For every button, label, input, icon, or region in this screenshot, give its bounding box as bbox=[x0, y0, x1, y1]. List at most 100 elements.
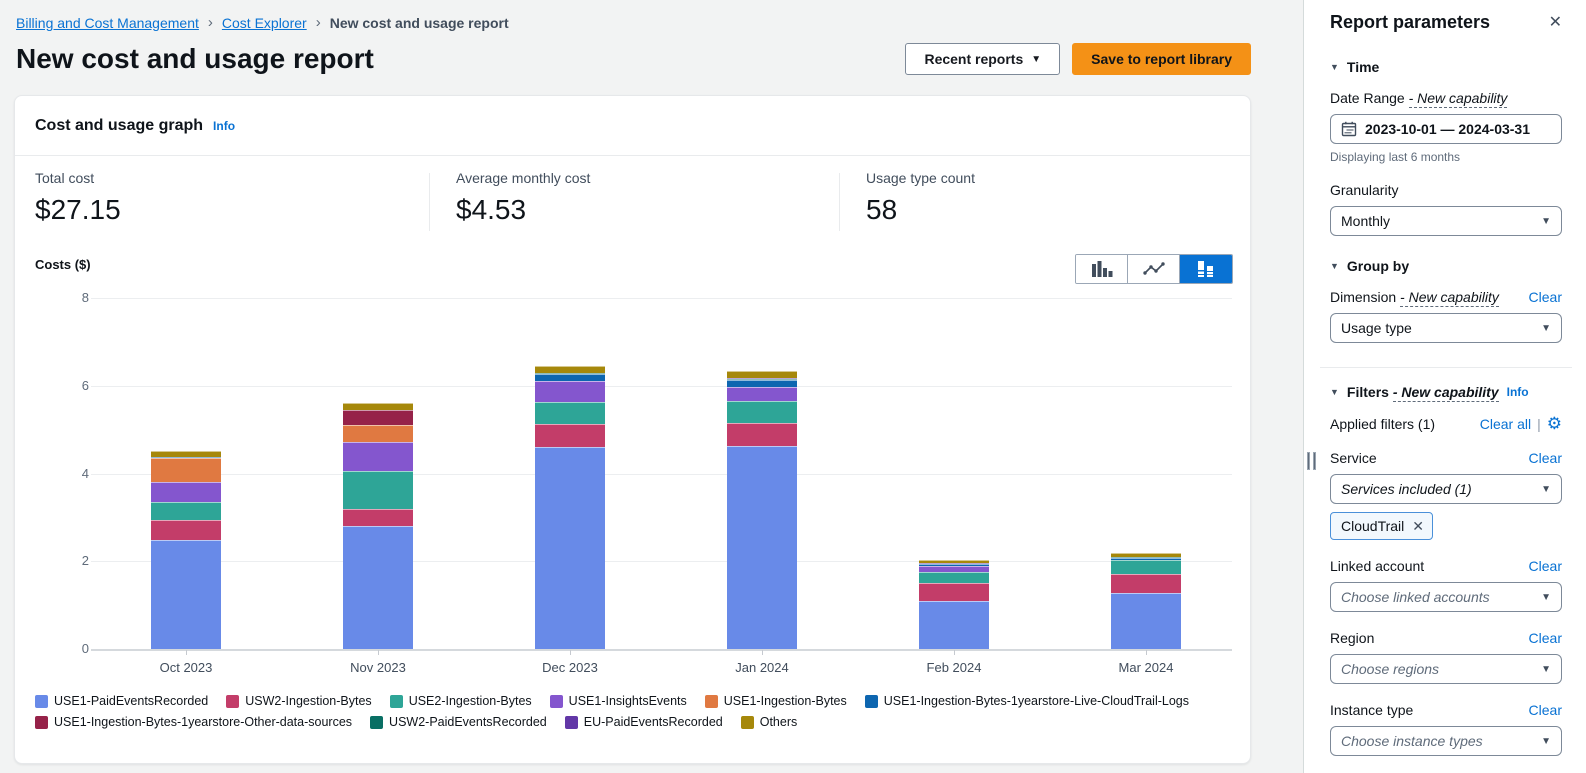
chevron-down-icon: ▼ bbox=[1541, 484, 1551, 495]
bar-segment bbox=[343, 410, 413, 425]
dimension-clear-link[interactable]: Clear bbox=[1529, 289, 1562, 305]
breadcrumb-separator-icon: › bbox=[208, 14, 213, 31]
recent-reports-button[interactable]: Recent reports ▼ bbox=[905, 43, 1060, 75]
bar-segment bbox=[151, 458, 221, 482]
save-to-report-library-button[interactable]: Save to report library bbox=[1072, 43, 1251, 75]
date-range-input[interactable]: 2023-10-01 — 2024-03-31 bbox=[1330, 114, 1562, 144]
service-value: Services included (1) bbox=[1341, 481, 1472, 497]
y-tick-label: 8 bbox=[25, 290, 89, 305]
stacked-bar-oct-2023 bbox=[151, 451, 221, 649]
report-parameters-panel: Report parameters ✕ ▼ Time Date Range - … bbox=[1303, 0, 1586, 773]
page-title: New cost and usage report bbox=[16, 43, 374, 75]
gridline bbox=[91, 298, 1232, 299]
x-axis-label: Dec 2023 bbox=[500, 660, 640, 675]
y-tick-label: 6 bbox=[25, 378, 89, 393]
linked-account-clear-link[interactable]: Clear bbox=[1529, 558, 1562, 574]
breadcrumb-link-cost-explorer[interactable]: Cost Explorer bbox=[222, 15, 307, 31]
granularity-select[interactable]: Monthly ▼ bbox=[1330, 206, 1562, 236]
instance-type-label: Instance type bbox=[1330, 702, 1413, 718]
bar-segment bbox=[151, 502, 221, 520]
service-clear-link[interactable]: Clear bbox=[1529, 450, 1562, 466]
bar-segment bbox=[1111, 593, 1181, 649]
filter-token-cloudtrail: CloudTrail ✕ bbox=[1330, 512, 1433, 540]
bar-segment bbox=[535, 381, 605, 402]
filters-section-header[interactable]: ▼ Filters - New capability Info bbox=[1330, 384, 1562, 400]
recent-reports-label: Recent reports bbox=[924, 51, 1023, 67]
bar-segment bbox=[535, 447, 605, 649]
linked-account-select[interactable]: Choose linked accounts▼ bbox=[1330, 582, 1562, 612]
close-icon[interactable]: ✕ bbox=[1549, 15, 1562, 31]
x-tick-mark bbox=[570, 650, 571, 655]
bar-segment bbox=[151, 482, 221, 502]
legend-item: USE1-PaidEventsRecorded bbox=[35, 694, 208, 708]
cost-usage-graph-card: Cost and usage graph Info Total cost $27… bbox=[14, 95, 1251, 764]
stacked-bar-dec-2023 bbox=[535, 366, 605, 649]
group-by-section-header[interactable]: ▼ Group by bbox=[1330, 258, 1562, 274]
x-axis-label: Jan 2024 bbox=[692, 660, 832, 675]
clear-all-link[interactable]: Clear all bbox=[1480, 416, 1531, 432]
calendar-icon bbox=[1341, 121, 1357, 137]
filters-section-label: Filters - New capability bbox=[1347, 384, 1499, 400]
stat-average-monthly-cost: Average monthly cost $4.53 bbox=[456, 170, 590, 226]
chart-canvas: 86420Oct 2023Nov 2023Dec 2023Jan 2024Feb… bbox=[15, 246, 1252, 758]
dimension-select[interactable]: Usage type ▼ bbox=[1330, 313, 1562, 343]
filter-group-service: Service Clear Services included (1) ▼ CloudT… bbox=[1330, 450, 1562, 540]
x-tick-mark bbox=[378, 650, 379, 655]
instance-type-clear-link[interactable]: Clear bbox=[1529, 702, 1562, 718]
service-label: Service bbox=[1330, 450, 1377, 466]
bar-segment bbox=[727, 380, 797, 387]
stat-label: Average monthly cost bbox=[456, 170, 590, 186]
service-select[interactable]: Services included (1) ▼ bbox=[1330, 474, 1562, 504]
bar-segment bbox=[343, 403, 413, 410]
breadcrumb-link-billing[interactable]: Billing and Cost Management bbox=[16, 15, 199, 31]
page-header: New cost and usage report Recent reports… bbox=[0, 31, 1303, 75]
region-select[interactable]: Choose regions▼ bbox=[1330, 654, 1562, 684]
bar-segment bbox=[343, 471, 413, 509]
bar-segment bbox=[151, 520, 221, 540]
chevron-down-icon: ▼ bbox=[1541, 664, 1551, 675]
legend-swatch bbox=[865, 695, 878, 708]
instance-type-select[interactable]: Choose instance types▼ bbox=[1330, 726, 1562, 756]
bar-segment bbox=[919, 583, 989, 601]
panel-title: Report parameters bbox=[1330, 12, 1490, 33]
bar-segment bbox=[727, 387, 797, 401]
legend-swatch bbox=[35, 695, 48, 708]
pipe-divider: | bbox=[1537, 416, 1541, 432]
date-range-label: Date Range - New capability bbox=[1330, 90, 1507, 106]
bar-segment bbox=[535, 424, 605, 447]
legend-swatch bbox=[35, 716, 48, 729]
stat-total-cost: Total cost $27.15 bbox=[35, 170, 121, 226]
bar-segment bbox=[343, 442, 413, 471]
stat-value: $27.15 bbox=[35, 194, 121, 226]
filters-info-link[interactable]: Info bbox=[1507, 385, 1529, 399]
legend-swatch bbox=[705, 695, 718, 708]
gear-icon[interactable]: ⚙ bbox=[1547, 415, 1562, 432]
info-link[interactable]: Info bbox=[213, 119, 235, 133]
new-capability-badge: - New capability bbox=[1393, 384, 1499, 402]
panel-resize-handle[interactable] bbox=[1307, 452, 1316, 470]
time-section-header[interactable]: ▼ Time bbox=[1330, 59, 1562, 75]
linked-account-label: Linked account bbox=[1330, 558, 1424, 574]
legend-item: USE1-Ingestion-Bytes bbox=[705, 694, 847, 708]
legend-row: USE1-Ingestion-Bytes-1yearstore-Other-da… bbox=[35, 715, 1207, 729]
header-actions: Recent reports ▼ Save to report library bbox=[905, 43, 1251, 75]
date-range-value: 2023-10-01 — 2024-03-31 bbox=[1365, 121, 1530, 137]
region-label: Region bbox=[1330, 630, 1374, 646]
chevron-down-icon: ▼ bbox=[1541, 736, 1551, 747]
token-remove-icon[interactable]: ✕ bbox=[1412, 518, 1424, 535]
granularity-label: Granularity bbox=[1330, 182, 1562, 198]
chevron-down-icon: ▼ bbox=[1330, 387, 1339, 397]
stat-label: Total cost bbox=[35, 170, 121, 186]
legend-swatch bbox=[390, 695, 403, 708]
new-capability-badge: - New capability bbox=[1409, 90, 1508, 108]
legend-item: USE1-Ingestion-Bytes-1yearstore-Live-Clo… bbox=[865, 694, 1189, 708]
breadcrumb-current: New cost and usage report bbox=[330, 15, 509, 31]
token-label: CloudTrail bbox=[1341, 518, 1404, 534]
x-axis-label: Oct 2023 bbox=[116, 660, 256, 675]
filter-group-instance-type: Instance type Clear Choose instance types▼ bbox=[1330, 702, 1562, 756]
bar-segment bbox=[151, 540, 221, 649]
legend-swatch bbox=[565, 716, 578, 729]
legend-item: Others bbox=[741, 715, 798, 729]
region-clear-link[interactable]: Clear bbox=[1529, 630, 1562, 646]
legend-swatch bbox=[741, 716, 754, 729]
